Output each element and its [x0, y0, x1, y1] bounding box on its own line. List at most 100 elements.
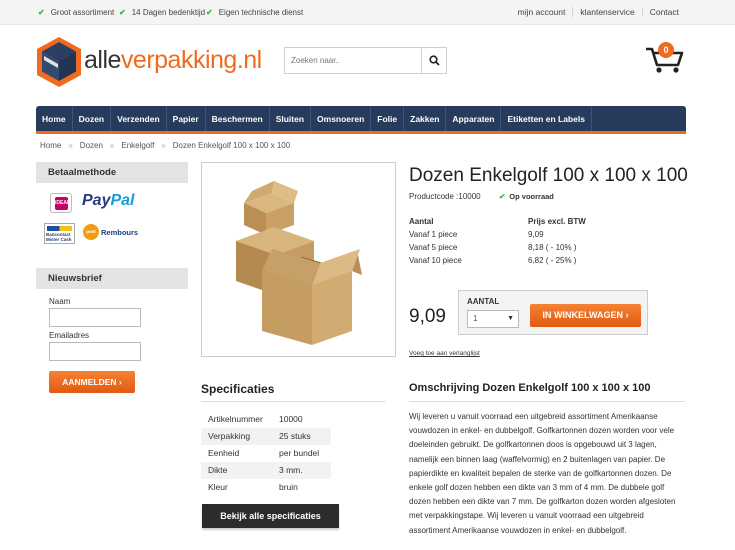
stock-label: Op voorraad — [509, 192, 554, 201]
price-tier: Vanaf 10 piece — [409, 256, 462, 265]
price-tier: Vanaf 5 piece — [409, 243, 458, 252]
payment-methods-heading: Betaalmethode — [36, 162, 188, 183]
spec-row: Kleur bruin — [201, 479, 331, 496]
column-header: Aantal — [409, 217, 434, 226]
spec-value: per bundel — [279, 448, 320, 458]
name-field[interactable] — [49, 308, 141, 327]
breadcrumb-separator: » — [161, 141, 166, 150]
rembours-logo: post Rembours — [83, 224, 138, 240]
spec-value: 3 mm. — [279, 465, 303, 475]
spec-row: Dikte 3 mm. — [201, 462, 331, 479]
nav-item-papier[interactable]: Papier — [167, 106, 206, 131]
ideal-logo-text: iDEAL — [55, 197, 70, 210]
breadcrumb-link[interactable]: Dozen — [80, 141, 103, 150]
newsletter-heading: Nieuwsbrief — [36, 268, 188, 289]
product-code: Productcode :10000 — [409, 192, 481, 201]
tier-price: 9,09 — [528, 230, 544, 239]
breadcrumb-separator: » — [68, 141, 73, 150]
logo-text-part: verpakking.nl — [120, 46, 262, 74]
view-all-specs-button[interactable]: Bekijk alle specificaties — [202, 504, 339, 528]
cube-logo-icon — [37, 37, 81, 87]
nav-item-sluiten[interactable]: Sluiten — [270, 106, 312, 131]
top-bar: ✔ Groot assortiment ✔ 14 Dagen bedenktijd … — [0, 0, 735, 25]
product-image[interactable] — [201, 162, 396, 357]
column-header: Prijs excl. BTW — [528, 217, 586, 226]
tier-price: 6,82 ( - 25% ) — [528, 256, 577, 265]
email-field[interactable] — [49, 342, 141, 361]
logo-wordmark: alleverpakking.nl — [84, 46, 262, 75]
product-price: 9,09 — [409, 306, 446, 327]
spec-value: 25 stuks — [279, 431, 311, 441]
search-button[interactable] — [421, 48, 446, 73]
email-label: Emailadres — [49, 331, 90, 340]
description-text: Wij leveren u vanuit voorraad een uitgeb… — [409, 412, 676, 535]
usp-label: 14 Dagen bedenktijd — [131, 8, 206, 17]
nav-item-beschermen[interactable]: Beschermen — [206, 106, 270, 131]
breadcrumb-link[interactable]: Home — [40, 141, 61, 150]
description-heading: Omschrijving Dozen Enkelgolf 100 x 100 x… — [409, 382, 651, 394]
nav-item-etiketten[interactable]: Etiketten en Labels — [501, 106, 592, 131]
breadcrumb-current: Dozen Enkelgolf 100 x 100 x 100 — [172, 141, 291, 150]
nav-item-apparaten[interactable]: Apparaten — [446, 106, 502, 131]
check-icon: ✔ — [38, 8, 45, 17]
ideal-logo: iDEAL — [50, 193, 72, 213]
check-icon: ✔ — [206, 8, 213, 17]
search-icon — [428, 55, 440, 66]
nav-item-home[interactable]: Home — [36, 106, 73, 131]
logo-text-part: alle — [84, 46, 121, 74]
product-title: Dozen Enkelgolf 100 x 100 x 100 — [409, 165, 688, 186]
bancontact-logo-text: Mister Cash — [46, 237, 72, 242]
usp-label: Eigen technische dienst — [218, 8, 304, 17]
check-icon: ✔ — [499, 192, 506, 201]
usp-item: ✔ Eigen technische dienst — [206, 8, 303, 17]
nav-item-verzenden[interactable]: Verzenden — [111, 106, 167, 131]
payment-logos: iDEAL PayPal Bancontact Mister Cash post … — [36, 187, 188, 257]
tier-price: 8,18 ( - 10% ) — [528, 243, 577, 252]
breadcrumb-separator: » — [109, 141, 115, 150]
main-nav: Home Dozen Verzenden Papier Beschermen S… — [36, 106, 686, 134]
search-box — [284, 47, 447, 74]
breadcrumb-link[interactable]: Enkelgolf — [121, 141, 154, 150]
spec-key: Eenheid — [208, 448, 240, 458]
postnl-icon: post — [83, 224, 99, 240]
add-to-cart-button[interactable]: IN WINKELWAGEN › — [530, 304, 641, 327]
subscribe-button[interactable]: AANMELDEN › — [49, 371, 135, 393]
spec-row: Eenheid per bundel — [201, 445, 331, 462]
quantity-label: AANTAL — [467, 297, 500, 306]
cart-button[interactable]: 0 — [645, 40, 685, 74]
rembours-label: Rembours — [101, 227, 139, 237]
nav-item-folie[interactable]: Folie — [371, 106, 405, 131]
stock-status: ✔ Op voorraad — [499, 192, 554, 201]
chevron-down-icon: ▼ — [507, 315, 514, 322]
name-label: Naam — [49, 297, 71, 306]
paypal-logo-text: Pal — [110, 192, 135, 209]
cart-count-badge: 0 — [658, 42, 674, 58]
spec-value: bruin — [279, 482, 298, 492]
link-customer-service[interactable]: klantenservice — [572, 7, 641, 17]
breadcrumb: Home » Dozen » Enkelgolf » Dozen Enkelgolf … — [40, 141, 290, 150]
nav-item-zakken[interactable]: Zakken — [404, 106, 447, 131]
link-my-account[interactable]: mijn account — [511, 7, 573, 17]
nav-item-dozen[interactable]: Dozen — [73, 106, 112, 131]
quantity-select[interactable]: 1 ▼ — [467, 310, 519, 328]
site-logo[interactable]: alleverpakking.nl — [36, 36, 262, 88]
top-links: mijn account klantenservice Contact — [511, 7, 686, 17]
specifications-heading: Specificaties — [201, 382, 275, 396]
spec-key: Dikte — [208, 465, 228, 475]
link-contact[interactable]: Contact — [641, 7, 686, 17]
spec-key: Artikelnummer — [208, 414, 263, 424]
usp-item: ✔ 14 Dagen bedenktijd — [119, 8, 205, 17]
spec-key: Kleur — [208, 482, 228, 492]
price-tier: Vanaf 1 piece — [409, 230, 458, 239]
wishlist-link[interactable]: Voeg toe aan verlanglijst — [409, 350, 480, 357]
spec-value: 10000 — [279, 414, 303, 424]
check-icon: ✔ — [119, 8, 126, 17]
nav-item-omsnoeren[interactable]: Omsnoeren — [311, 106, 372, 131]
paypal-logo-text: Pay — [82, 192, 111, 209]
divider — [409, 401, 685, 402]
spec-row: Verpakking 25 stuks — [201, 428, 331, 445]
search-input[interactable] — [285, 48, 422, 73]
spec-row: Artikelnummer 10000 — [201, 411, 331, 428]
usp-label: Groot assortiment — [50, 8, 115, 17]
paypal-logo: PayPal — [82, 192, 134, 210]
